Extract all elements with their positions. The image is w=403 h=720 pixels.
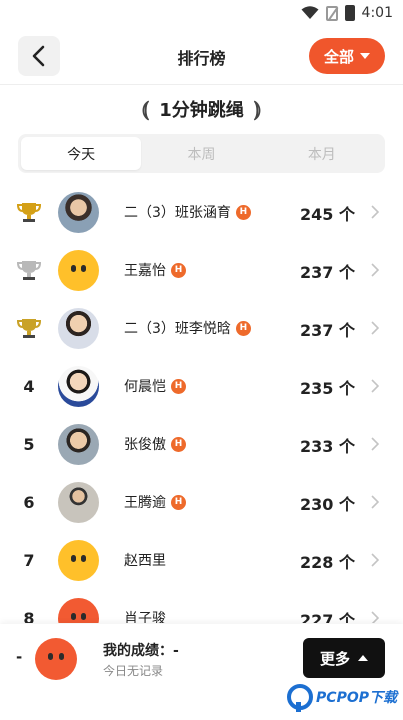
student-name: 二（3）班李悦晗 xyxy=(124,321,231,337)
rank-number: 4 xyxy=(23,376,35,396)
student-name-wrap: 二（3）班李悦晗 H xyxy=(124,318,251,338)
leaderboard-row[interactable]: 4 何晨恺 H 235 个 xyxy=(0,357,403,415)
watermark: PCPOP下载 xyxy=(287,684,397,712)
rank-number: 8 xyxy=(23,608,35,624)
chevron-right-icon xyxy=(371,205,379,219)
score: 228 个 xyxy=(300,553,355,572)
my-avatar xyxy=(35,638,77,680)
laurel-left-icon: ⦅ xyxy=(141,96,150,122)
avatar xyxy=(58,366,99,407)
rank-number: 7 xyxy=(23,550,35,570)
student-name-wrap: 二（3）班张涵育 H xyxy=(124,202,251,222)
badge-icon: H xyxy=(235,320,251,336)
status-bar: 4:01 xyxy=(0,0,403,30)
battery-icon xyxy=(344,5,355,21)
bronze-trophy-icon xyxy=(17,319,41,338)
score: 237 个 xyxy=(300,321,355,340)
category-title: ⦅ 1分钟跳绳 ⦆ xyxy=(0,93,403,125)
status-time: 4:01 xyxy=(361,5,393,21)
leaderboard-row[interactable]: 8 肖子骏 227 个 xyxy=(0,589,403,623)
student-name-wrap: 王腾逾 H xyxy=(124,492,186,512)
chevron-right-icon xyxy=(371,263,379,277)
student-name-wrap: 何晨恺 H xyxy=(124,376,186,396)
avatar xyxy=(58,598,99,623)
rank-cell xyxy=(14,315,44,341)
avatar xyxy=(58,250,99,291)
score: 237 个 xyxy=(300,263,355,282)
avatar xyxy=(58,192,99,233)
student-name-wrap: 王嘉怡 H xyxy=(124,260,186,280)
caret-up-icon xyxy=(358,655,368,661)
chevron-left-icon xyxy=(32,45,45,67)
watermark-text: PCPOP下载 xyxy=(316,690,397,706)
no-sim-icon xyxy=(325,5,338,21)
chevron-right-icon xyxy=(371,321,379,335)
silver-trophy-icon xyxy=(17,261,41,280)
laurel-right-icon: ⦆ xyxy=(253,96,262,122)
student-name: 赵西里 xyxy=(124,553,166,569)
score: 233 个 xyxy=(300,437,355,456)
avatar xyxy=(58,308,99,349)
score: 235 个 xyxy=(300,379,355,398)
leaderboard-row[interactable]: 二（3）班李悦晗 H 237 个 xyxy=(0,299,403,357)
tab-today[interactable]: 今天 xyxy=(21,137,142,170)
badge-icon: H xyxy=(171,262,186,278)
my-result-label: 我的成绩：- xyxy=(103,643,179,659)
gold-trophy-icon xyxy=(17,203,41,222)
chevron-right-icon xyxy=(371,611,379,623)
leaderboard-row[interactable]: 王嘉怡 H 237 个 xyxy=(0,241,403,299)
chevron-right-icon xyxy=(371,437,379,451)
student-name-wrap: 赵西里 xyxy=(124,550,166,570)
filter-dropdown-button[interactable]: 全部 xyxy=(309,38,385,74)
leaderboard-list: 二（3）班张涵育 H 245 个 王嘉怡 H 237 个 二（3）班李悦晗 H … xyxy=(0,183,403,623)
score: 245 个 xyxy=(300,205,355,224)
badge-icon: H xyxy=(235,204,251,220)
score: 230 个 xyxy=(300,495,355,514)
rank-cell xyxy=(14,257,44,283)
avatar xyxy=(58,482,99,523)
rank-number: 6 xyxy=(23,492,35,512)
leaderboard-row[interactable]: 6 王腾逾 H 230 个 xyxy=(0,473,403,531)
pcpop-logo-icon xyxy=(287,684,314,712)
category-name: 1分钟跳绳 xyxy=(159,100,244,121)
student-name: 王腾逾 xyxy=(124,495,166,511)
more-button[interactable]: 更多 xyxy=(303,638,385,678)
caret-down-icon xyxy=(360,53,370,59)
back-button[interactable] xyxy=(18,36,60,76)
badge-icon: H xyxy=(171,494,186,510)
avatar xyxy=(58,424,99,465)
avatar xyxy=(58,540,99,581)
my-result-subtitle: 今日无记录 xyxy=(103,664,164,678)
wifi-icon xyxy=(301,6,319,19)
chevron-right-icon xyxy=(371,495,379,509)
filter-label: 全部 xyxy=(323,47,354,66)
my-rank: - xyxy=(16,648,23,666)
student-name-wrap: 张俊傲 H xyxy=(124,434,186,454)
leaderboard-row[interactable]: 7 赵西里 228 个 xyxy=(0,531,403,589)
rank-cell xyxy=(14,199,44,225)
tab-this-week[interactable]: 本周 xyxy=(141,137,261,170)
student-name-wrap: 肖子骏 xyxy=(124,608,166,623)
leaderboard-row[interactable]: 二（3）班张涵育 H 245 个 xyxy=(0,183,403,241)
period-tabs: 今天 本周 本月 xyxy=(18,134,385,173)
header-divider xyxy=(0,84,403,85)
badge-icon: H xyxy=(171,378,186,394)
student-name: 二（3）班张涵育 xyxy=(124,205,231,221)
rank-number: 5 xyxy=(23,434,35,454)
leaderboard-row[interactable]: 5 张俊傲 H 233 个 xyxy=(0,415,403,473)
student-name: 肖子骏 xyxy=(124,611,166,623)
score: 227 个 xyxy=(300,611,355,623)
badge-icon: H xyxy=(171,436,186,452)
chevron-right-icon xyxy=(371,379,379,393)
tab-this-month[interactable]: 本月 xyxy=(262,137,382,170)
more-label: 更多 xyxy=(319,649,350,668)
student-name: 王嘉怡 xyxy=(124,263,166,279)
student-name: 张俊傲 xyxy=(124,437,166,453)
leaderboard-screen: 4:01 排行榜 全部 ⦅ 1分钟跳绳 ⦆ 今天 本周 本月 二（3）班张涵育 xyxy=(0,0,403,720)
header: 排行榜 全部 xyxy=(0,30,403,82)
student-name: 何晨恺 xyxy=(124,379,166,395)
chevron-right-icon xyxy=(371,553,379,567)
